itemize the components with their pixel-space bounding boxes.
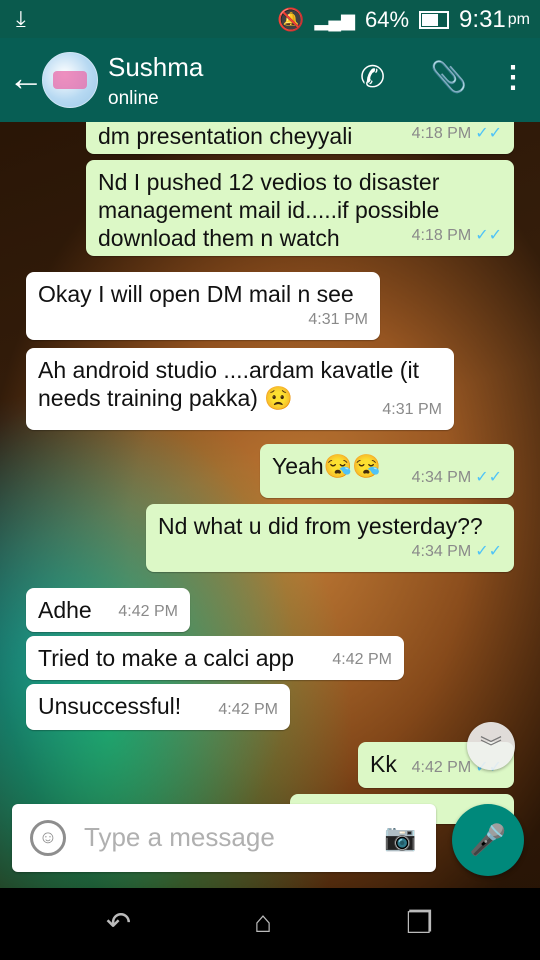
phone-icon[interactable]: ✆	[360, 60, 385, 95]
message-meta: 4:18 PM ✓✓	[412, 122, 502, 148]
message-list[interactable]: dm presentation cheyyali 4:18 PM ✓✓ Nd I …	[0, 122, 540, 888]
message-bubble[interactable]: Nd what u did from yesterday?? 4:34 PM ✓✓	[146, 504, 514, 572]
clock-time: 9:31	[459, 6, 506, 33]
message-text: Okay I will open DM mail n see	[38, 281, 354, 307]
message-time: 4:42 PM	[118, 603, 178, 620]
download-icon: ⤓	[16, 6, 26, 31]
message-time: 4:34 PM	[411, 543, 472, 560]
message-meta: 4:18 PM ✓✓	[412, 222, 502, 250]
more-options-icon[interactable]: ⋮	[498, 60, 528, 95]
battery-percent: 64%	[365, 7, 410, 32]
message-time: 4:18 PM	[411, 227, 472, 244]
recents-nav-icon[interactable]: ❐	[406, 906, 433, 941]
read-receipt-icon: ✓✓	[475, 543, 502, 560]
camera-icon[interactable]: 📷	[384, 822, 416, 853]
read-receipt-icon: ✓✓	[475, 125, 502, 142]
message-time: 4:31 PM	[308, 311, 368, 328]
double-chevron-down-icon: ︾	[479, 735, 502, 760]
microphone-icon: 🎤	[469, 823, 507, 857]
message-bubble[interactable]: Okay I will open DM mail n see 4:31 PM	[26, 272, 380, 340]
message-composer[interactable]: ☺ Type a message 📷	[12, 804, 436, 872]
status-right: 🔕 ▂▄▆ 64% 9:31 pm	[277, 6, 530, 34]
message-time: 4:34 PM	[411, 469, 472, 486]
read-receipt-icon: ✓✓	[475, 227, 502, 244]
message-time: 4:42 PM	[332, 651, 392, 668]
message-time: 4:42 PM	[218, 701, 278, 718]
message-text: Nd what u did from yesterday??	[158, 513, 483, 539]
emoji-icon[interactable]: ☺	[30, 820, 66, 856]
attachment-icon[interactable]: 📎	[430, 60, 467, 95]
contact-status: online	[108, 88, 159, 109]
message-bubble[interactable]: Unsuccessful! 4:42 PM	[26, 684, 290, 730]
mute-icon: 🔕	[277, 7, 305, 32]
contact-avatar[interactable]	[42, 52, 98, 108]
message-bubble[interactable]: Tried to make a calci app 4:42 PM	[26, 636, 404, 680]
message-time: 4:31 PM	[382, 401, 442, 418]
message-bubble[interactable]: Adhe 4:42 PM	[26, 588, 190, 632]
status-bar: ⤓ 🔕 ▂▄▆ 64% 9:31 pm	[0, 0, 540, 38]
clock-ampm: pm	[507, 11, 530, 28]
battery-icon	[419, 11, 450, 29]
back-nav-icon[interactable]: ↶	[106, 906, 131, 941]
message-bubble[interactable]: Nd I pushed 12 vedios to disaster manage…	[86, 160, 514, 256]
mic-button[interactable]: 🎤	[452, 804, 524, 876]
contact-name[interactable]: Sushma	[108, 52, 203, 83]
message-bubble[interactable]: dm presentation cheyyali 4:18 PM ✓✓	[86, 122, 514, 154]
message-bubble[interactable]: Ah android studio ....ardam kavatle (it …	[26, 348, 454, 430]
chat-header: ← Sushma online ✆ 📎 ⋮	[0, 38, 540, 122]
message-bubble[interactable]: Yeah😪😪 4:34 PM ✓✓	[260, 444, 514, 498]
message-input[interactable]: Type a message	[84, 822, 275, 853]
scroll-to-bottom-button[interactable]: ︾	[467, 722, 515, 770]
read-receipt-icon: ✓✓	[475, 469, 502, 486]
system-nav-bar: ↶ ⌂ ❐	[0, 888, 540, 960]
home-nav-icon[interactable]: ⌂	[254, 906, 272, 940]
message-time: 4:18 PM	[411, 125, 472, 142]
back-arrow-icon[interactable]: ←	[8, 60, 44, 96]
message-time: 4:42 PM	[411, 759, 472, 776]
signal-icon: ▂▄▆	[314, 9, 355, 30]
message-meta: 4:34 PM ✓✓	[412, 538, 502, 566]
message-meta: 4:34 PM ✓✓	[412, 464, 502, 492]
